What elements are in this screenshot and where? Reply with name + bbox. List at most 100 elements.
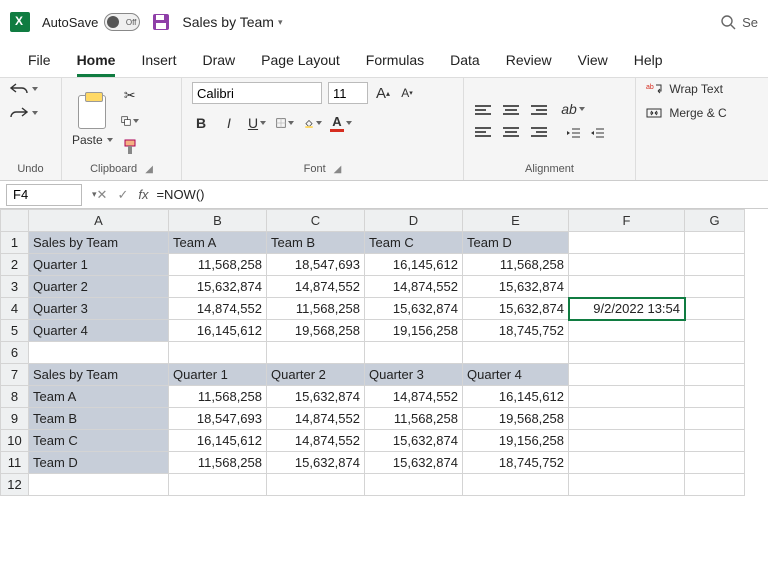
cell-G4[interactable] [685,298,745,320]
tab-help[interactable]: Help [634,52,663,77]
align-top-right-icon[interactable] [530,101,548,119]
tab-view[interactable]: View [578,52,608,77]
paste-button[interactable]: Paste [72,95,113,147]
column-header-B[interactable]: B [169,210,267,232]
cell-D12[interactable] [365,474,463,496]
cell-D1[interactable]: Team C [365,232,463,254]
cell-A11[interactable]: Team D [29,452,169,474]
cell-A2[interactable]: Quarter 1 [29,254,169,276]
italic-button[interactable]: I [220,114,238,132]
cell-B5[interactable]: 16,145,612 [169,320,267,342]
row-header-7[interactable]: 7 [1,364,29,386]
cell-G5[interactable] [685,320,745,342]
cell-D6[interactable] [365,342,463,364]
cell-G11[interactable] [685,452,745,474]
cell-F2[interactable] [569,254,685,276]
tab-insert[interactable]: Insert [141,52,176,77]
cell-B4[interactable]: 14,874,552 [169,298,267,320]
cell-B8[interactable]: 11,568,258 [169,386,267,408]
cell-B6[interactable] [169,342,267,364]
cell-B2[interactable]: 11,568,258 [169,254,267,276]
tab-file[interactable]: File [28,52,51,77]
cell-C10[interactable]: 14,874,552 [267,430,365,452]
cell-F5[interactable] [569,320,685,342]
cell-G8[interactable] [685,386,745,408]
cell-B12[interactable] [169,474,267,496]
row-header-3[interactable]: 3 [1,276,29,298]
cell-F12[interactable] [569,474,685,496]
enter-formula-icon[interactable]: ✓ [117,187,128,203]
align-bottom-right-icon[interactable] [530,123,548,141]
cell-G3[interactable] [685,276,745,298]
cell-A10[interactable]: Team C [29,430,169,452]
align-top-left-icon[interactable] [474,101,492,119]
row-header-1[interactable]: 1 [1,232,29,254]
cell-G1[interactable] [685,232,745,254]
cell-C8[interactable]: 15,632,874 [267,386,365,408]
row-header-10[interactable]: 10 [1,430,29,452]
cell-G10[interactable] [685,430,745,452]
cell-B3[interactable]: 15,632,874 [169,276,267,298]
dialog-launcher-icon[interactable]: ◢ [145,164,153,175]
cell-E2[interactable]: 11,568,258 [463,254,569,276]
decrease-indent-icon[interactable] [564,124,582,142]
name-box[interactable] [6,184,82,206]
cell-E9[interactable]: 19,568,258 [463,408,569,430]
cell-A4[interactable]: Quarter 3 [29,298,169,320]
tab-data[interactable]: Data [450,52,480,77]
cell-F8[interactable] [569,386,685,408]
column-header-E[interactable]: E [463,210,569,232]
cell-E8[interactable]: 16,145,612 [463,386,569,408]
row-header-12[interactable]: 12 [1,474,29,496]
cell-A5[interactable]: Quarter 4 [29,320,169,342]
spreadsheet-grid[interactable]: ABCDEFG1Sales by TeamTeam ATeam BTeam CT… [0,209,745,496]
tab-home[interactable]: Home [77,52,116,77]
cell-A7[interactable]: Sales by Team [29,364,169,386]
cell-D9[interactable]: 11,568,258 [365,408,463,430]
cell-C3[interactable]: 14,874,552 [267,276,365,298]
tab-page-layout[interactable]: Page Layout [261,52,340,77]
autosave-toggle[interactable]: AutoSave Off [42,13,140,31]
bold-button[interactable]: B [192,114,210,132]
cell-E10[interactable]: 19,156,258 [463,430,569,452]
cell-C2[interactable]: 18,547,693 [267,254,365,276]
column-header-A[interactable]: A [29,210,169,232]
cell-F3[interactable] [569,276,685,298]
cell-E4[interactable]: 15,632,874 [463,298,569,320]
cell-G12[interactable] [685,474,745,496]
column-header-D[interactable]: D [365,210,463,232]
format-painter-icon[interactable] [121,138,139,156]
cell-G6[interactable] [685,342,745,364]
align-top-center-icon[interactable] [502,101,520,119]
cell-D5[interactable]: 19,156,258 [365,320,463,342]
fx-icon[interactable]: fx [138,187,148,202]
document-title[interactable]: Sales by Team ▾ [182,14,282,30]
cell-A1[interactable]: Sales by Team [29,232,169,254]
row-header-8[interactable]: 8 [1,386,29,408]
cell-D2[interactable]: 16,145,612 [365,254,463,276]
cell-G2[interactable] [685,254,745,276]
cell-C11[interactable]: 15,632,874 [267,452,365,474]
row-header-6[interactable]: 6 [1,342,29,364]
borders-button[interactable] [276,114,294,132]
cell-B9[interactable]: 18,547,693 [169,408,267,430]
cell-E1[interactable]: Team D [463,232,569,254]
redo-button[interactable] [10,106,38,120]
cell-C4[interactable]: 11,568,258 [267,298,365,320]
cell-B10[interactable]: 16,145,612 [169,430,267,452]
fill-color-button[interactable] [304,114,322,132]
column-header-C[interactable]: C [267,210,365,232]
cell-E5[interactable]: 18,745,752 [463,320,569,342]
cell-A6[interactable] [29,342,169,364]
search-box[interactable]: Se [720,14,758,30]
cell-F6[interactable] [569,342,685,364]
cell-C7[interactable]: Quarter 2 [267,364,365,386]
save-icon[interactable] [152,13,170,31]
cell-F1[interactable] [569,232,685,254]
font-color-button[interactable]: A [332,114,350,132]
row-header-11[interactable]: 11 [1,452,29,474]
tab-draw[interactable]: Draw [202,52,235,77]
cell-D3[interactable]: 14,874,552 [365,276,463,298]
cell-B1[interactable]: Team A [169,232,267,254]
cell-C9[interactable]: 14,874,552 [267,408,365,430]
